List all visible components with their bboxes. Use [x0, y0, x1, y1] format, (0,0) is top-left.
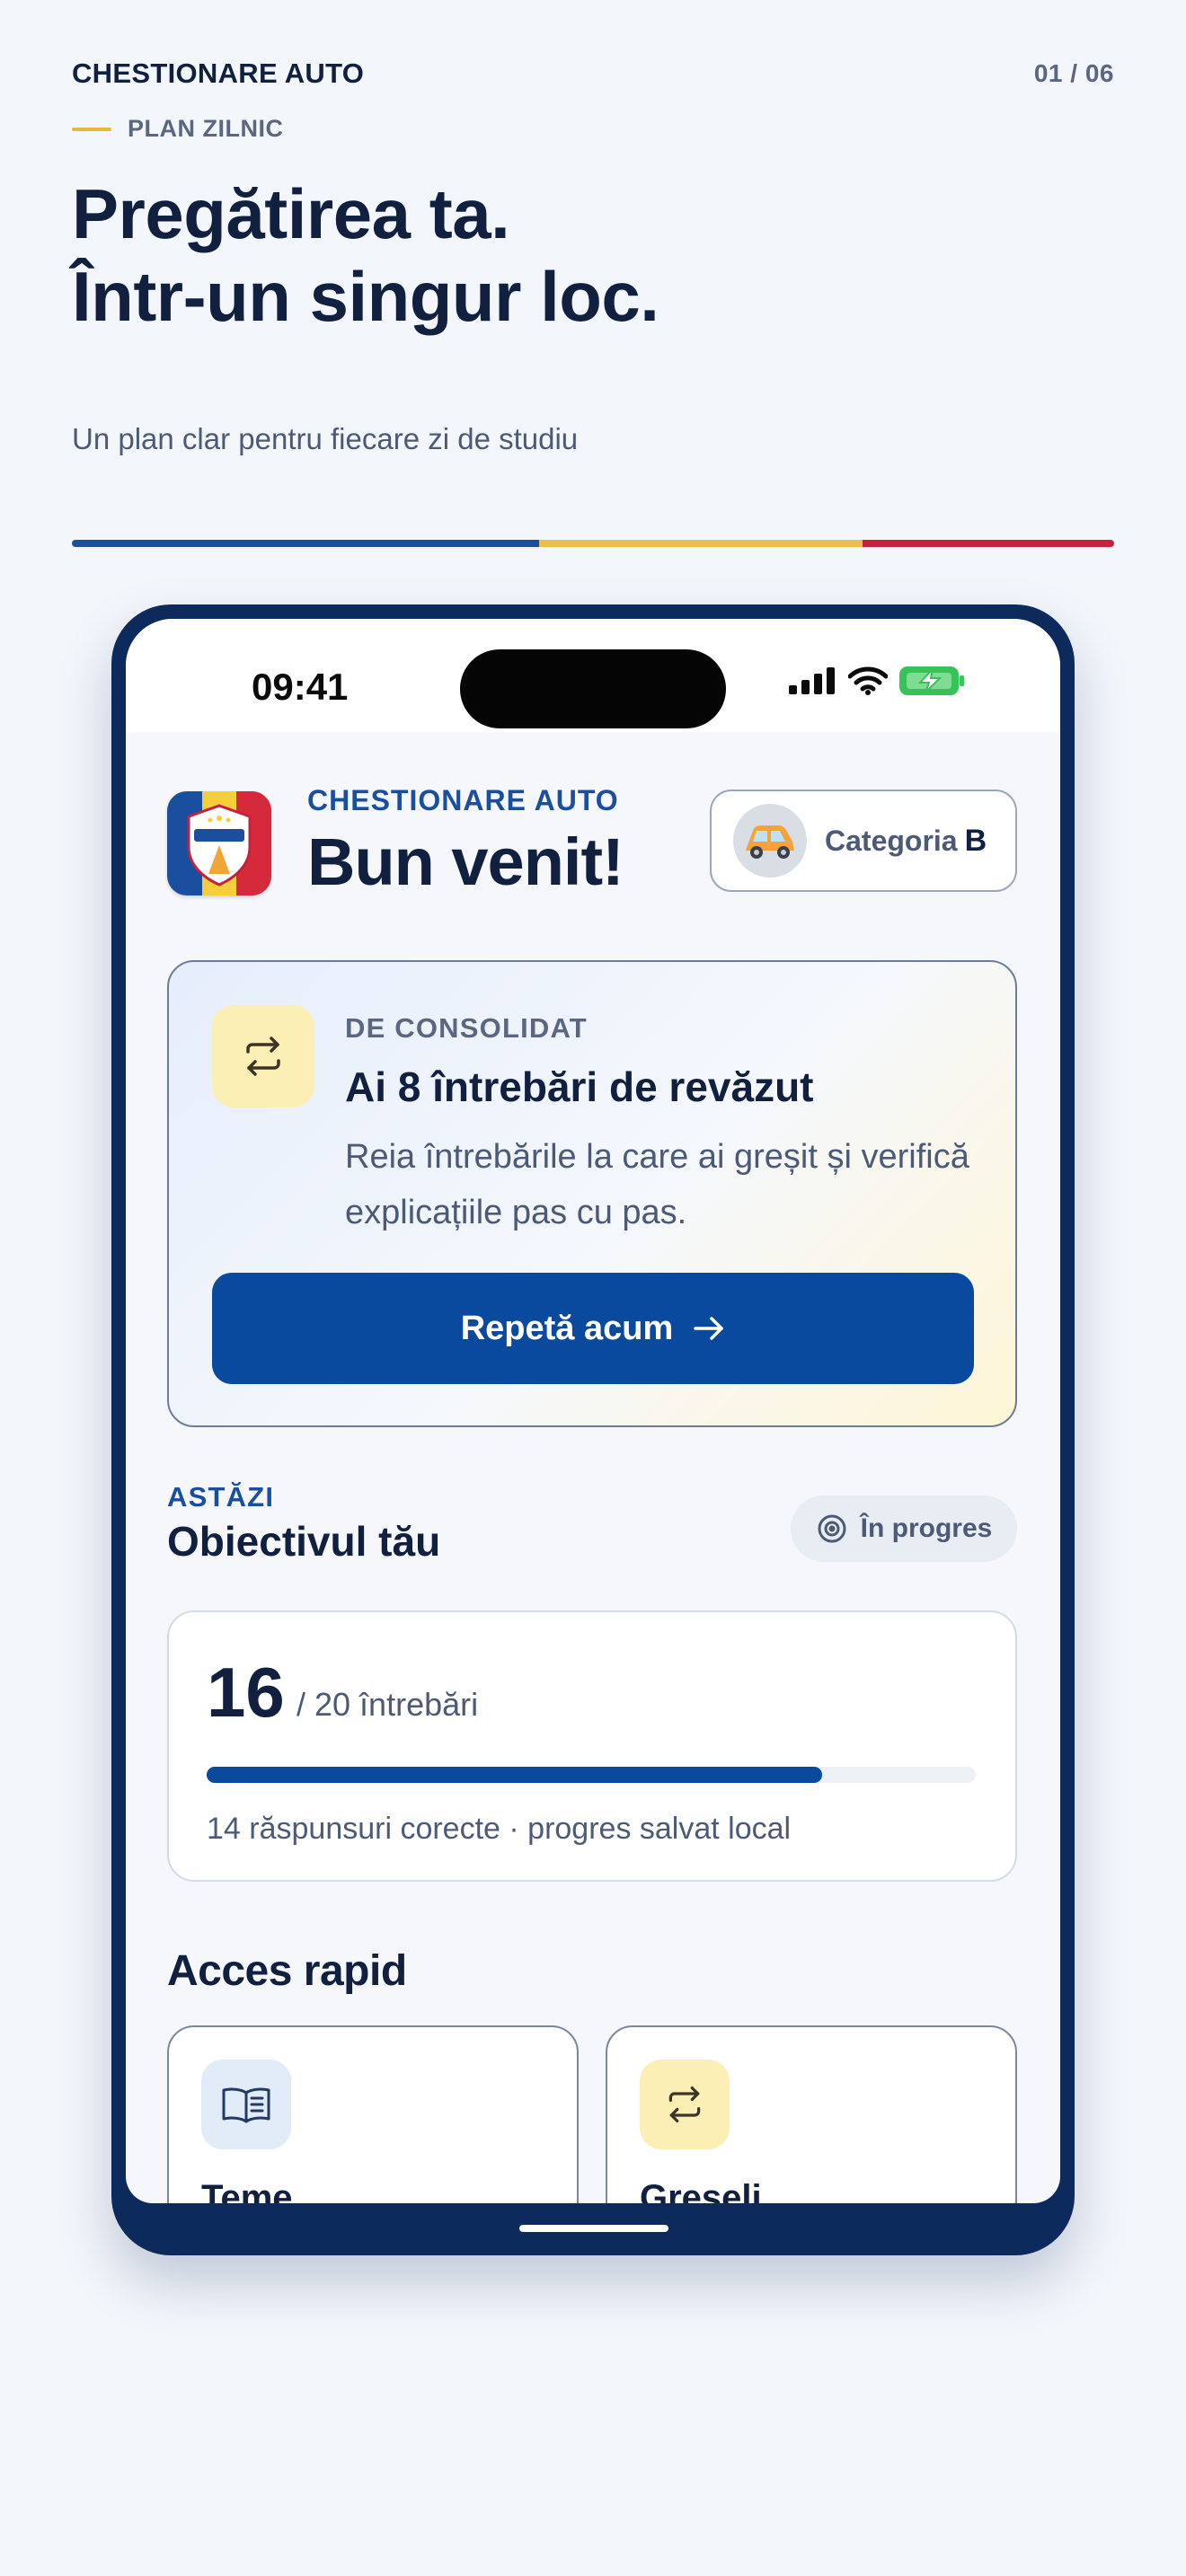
tricolor-yellow [539, 540, 863, 547]
welcome-title: Bun venit! [307, 825, 624, 899]
review-card: DE CONSOLIDAT Ai 8 întrebări de revăzut … [167, 960, 1017, 1427]
tricolor-red [863, 540, 1114, 547]
quick-tile-label: Teme [201, 2178, 293, 2203]
eyebrow-accent-line [72, 127, 111, 131]
repeat-icon [212, 1005, 314, 1107]
headline-line-2: Într-un singur loc. [72, 257, 659, 336]
wifi-icon [848, 666, 888, 695]
app-kicker: CHESTIONARE AUTO [307, 784, 619, 816]
app-logo [167, 791, 271, 895]
status-icons [789, 666, 967, 696]
dynamic-island [460, 649, 726, 728]
repeat-now-label: Repetă acum [460, 1309, 674, 1347]
page-counter: 01 / 06 [1033, 59, 1114, 87]
today-kicker: ASTĂZI [167, 1481, 275, 1513]
review-description: Reia întrebările la care ai greșit și ve… [345, 1138, 969, 1231]
category-selector[interactable]: Categoria B [710, 790, 1017, 892]
arrow-right-icon [694, 1317, 724, 1340]
goal-note: 14 răspunsuri corecte · progres salvat l… [207, 1812, 792, 1846]
quick-tile-teme[interactable]: Teme [167, 2025, 579, 2203]
header-brand: CHESTIONARE AUTO [72, 57, 365, 89]
status-bar: 09:41 [126, 619, 1060, 732]
headline-line-1: Pregătirea ta. [72, 174, 510, 253]
quick-tile-greseli[interactable]: Greseli [606, 2025, 1017, 2203]
eyebrow: PLAN ZILNIC [72, 115, 284, 143]
subtitle: Un plan clar pentru fiecare zi de studiu [72, 422, 579, 455]
battery-charging-icon [899, 666, 964, 695]
repeat-icon [640, 2060, 730, 2149]
home-indicator[interactable] [519, 2225, 668, 2232]
headline: Pregătirea ta. Într-un singur loc. [72, 172, 659, 338]
category-value: B [964, 823, 987, 858]
repeat-now-button[interactable]: Repetă acum [212, 1273, 974, 1384]
category-label: Categoria [825, 824, 958, 857]
signal-icon [789, 667, 835, 694]
review-title: Ai 8 întrebări de revăzut [345, 1063, 814, 1110]
goal-total: / 20 întrebări [296, 1686, 479, 1723]
goal-heading: Obiectivul tău [167, 1518, 441, 1565]
goal-count: 16 [207, 1653, 285, 1732]
quick-tile-label: Greseli [640, 2178, 762, 2203]
eyebrow-label: PLAN ZILNIC [128, 115, 284, 142]
tricolor-blue [72, 540, 539, 547]
quick-access-heading: Acces rapid [167, 1947, 407, 1995]
review-kicker: DE CONSOLIDAT [345, 1012, 588, 1044]
goal-progress-fill [207, 1767, 822, 1783]
status-time: 09:41 [252, 666, 349, 708]
tricolor-divider [72, 540, 1114, 547]
goal-card: 16 / 20 întrebări 14 răspunsuri corecte … [167, 1610, 1017, 1882]
status-badge-label: În progres [860, 1513, 993, 1543]
car-icon [733, 804, 807, 878]
book-icon [201, 2060, 291, 2149]
target-icon [818, 1514, 846, 1543]
phone-screen: 09:41 CHESTIONARE AUTO Bun venit! Catego… [126, 619, 1060, 2203]
goal-progress-bar [207, 1767, 976, 1783]
status-badge: În progres [791, 1495, 1017, 1562]
phone-frame: 09:41 CHESTIONARE AUTO Bun venit! Catego… [111, 604, 1075, 2255]
